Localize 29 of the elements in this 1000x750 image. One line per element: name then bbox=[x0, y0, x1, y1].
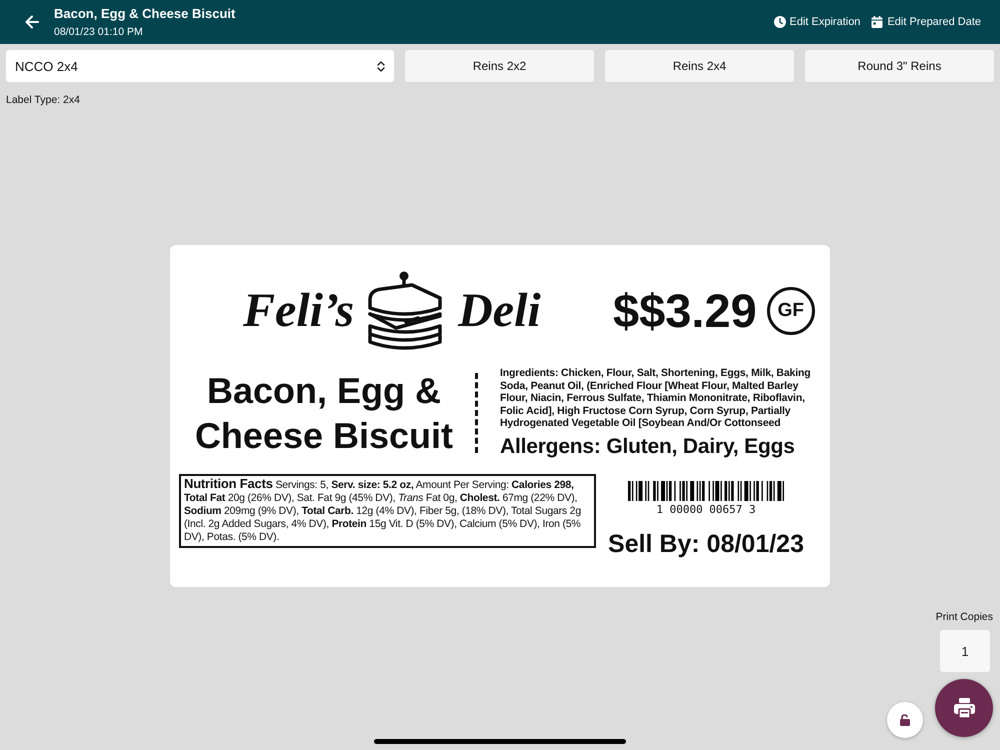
template-button[interactable]: Reins 2x4 bbox=[605, 50, 794, 82]
label-type-text: Label Type: 2x4 bbox=[6, 94, 80, 107]
price-text: $$3.29 bbox=[613, 284, 757, 338]
copies-field[interactable]: 1 bbox=[940, 630, 990, 672]
print-button[interactable] bbox=[935, 679, 993, 737]
edit-prepared-date-button[interactable]: Edit Prepared Date bbox=[871, 16, 981, 28]
copies-label: Print Copies bbox=[936, 611, 993, 624]
allergens-text: Allergens: Gluten, Dairy, Eggs bbox=[500, 434, 796, 460]
printer-icon bbox=[954, 698, 974, 718]
calendar-icon bbox=[871, 16, 884, 28]
nutrition-facts: Nutrition Facts Servings: 5, Serv. size: 5.2 oz, Amount Per Serving: Calories 298, Total Fat 20g (26% DV), Sat. Fat 9g (45% DV), Trans Fat 0g, Cholest. 67mg (22% DV), Sodium 209mg (9% DV), Total Carb. 12g (4% DV), Fiber 5g, (18% DV), Total Sugars 2g (Incl. 2g Added Sugars, 4% DV), Protein 15g Vit. D (5% DV), Calcium (5% DV), Iron (5% DV), Potas. (5% DV). bbox=[179, 474, 596, 548]
ingredients-text: Ingredients: Chicken, Flour, Salt, Shortening, Eggs, Milk, Baking Soda, Peanut Oil, (Enriched Flour [Wheat Flour, Malted Barley Flour, Niacin, Ferrous Sulfate, Thiamin Mononitrate, Riboflavin, Folic Acid], High Fructose Corn Syrup, Corn Syrup, Partially Hydrogenated Vegetable Oil [Soybean And/Or Cottonseed bbox=[500, 367, 812, 430]
back-arrow-icon[interactable] bbox=[25, 15, 39, 29]
barcode-number: 1 00000 00657 3 bbox=[656, 502, 756, 516]
lock-button[interactable] bbox=[887, 702, 923, 738]
edit-expiration-button[interactable]: Edit Expiration bbox=[774, 16, 860, 28]
sell-by-text: Sell By: 08/01/23 bbox=[608, 528, 804, 558]
logo-text: Feli’s bbox=[243, 283, 354, 339]
logo-text: Deli bbox=[458, 283, 541, 339]
product-title: Bacon, Egg & Cheese Biscuit bbox=[54, 6, 236, 22]
updown-chevron-icon bbox=[377, 60, 385, 72]
product-name: Bacon, Egg & Cheese Biscuit bbox=[194, 369, 454, 458]
template-select[interactable]: NCCO 2x4 bbox=[6, 50, 394, 82]
template-button[interactable]: Round 3" Reins bbox=[805, 50, 994, 82]
unlocked-padlock-icon bbox=[899, 714, 911, 726]
prepared-timestamp: 08/01/23 01:10 PM bbox=[54, 25, 144, 39]
gluten-free-badge: GF bbox=[766, 287, 815, 335]
template-button[interactable]: Reins 2x2 bbox=[405, 50, 594, 82]
clock-icon bbox=[774, 16, 786, 28]
